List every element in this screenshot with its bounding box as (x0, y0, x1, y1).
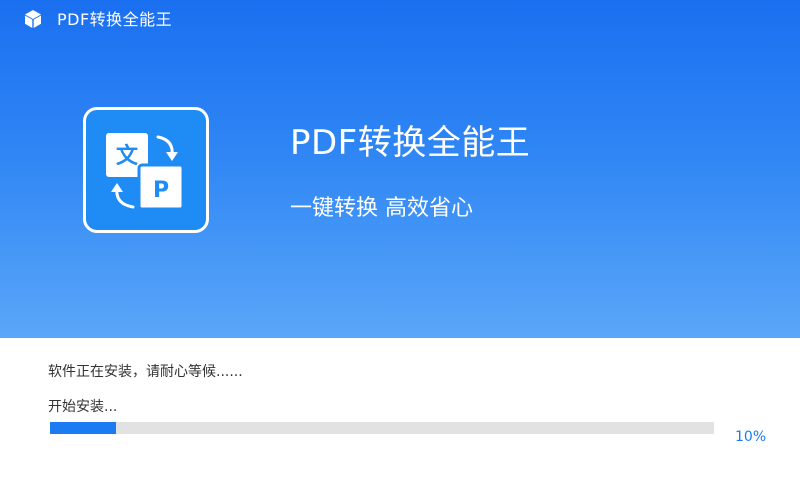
hero-banner: PDF转换全能王 文 P PDF转换全能王 一键转换 高效省心 (0, 0, 800, 338)
translate-doc-icon: 文 P (106, 133, 185, 211)
window-title: PDF转换全能王 (57, 10, 173, 29)
title-bar[interactable]: PDF转换全能王 (0, 0, 800, 40)
progress-fill (50, 422, 117, 434)
hero-title: PDF转换全能王 (290, 123, 531, 163)
app-logo: 文 P (83, 107, 209, 233)
progress-percent: 10% (735, 429, 767, 445)
install-status-text: 软件正在安装，请耐心等候...... (48, 364, 243, 380)
install-step-text: 开始安装... (48, 399, 118, 415)
logo-glyph-wen: 文 (116, 143, 139, 169)
installer-window: PDF转换全能王 文 P PDF转换全能王 一键转换 高效省心 软件正在安装，请… (0, 0, 800, 489)
progress-bar (50, 422, 714, 434)
logo-glyph-p: P (153, 178, 169, 203)
cube-icon (23, 9, 43, 29)
hero-slogan: 一键转换 高效省心 (290, 196, 473, 221)
